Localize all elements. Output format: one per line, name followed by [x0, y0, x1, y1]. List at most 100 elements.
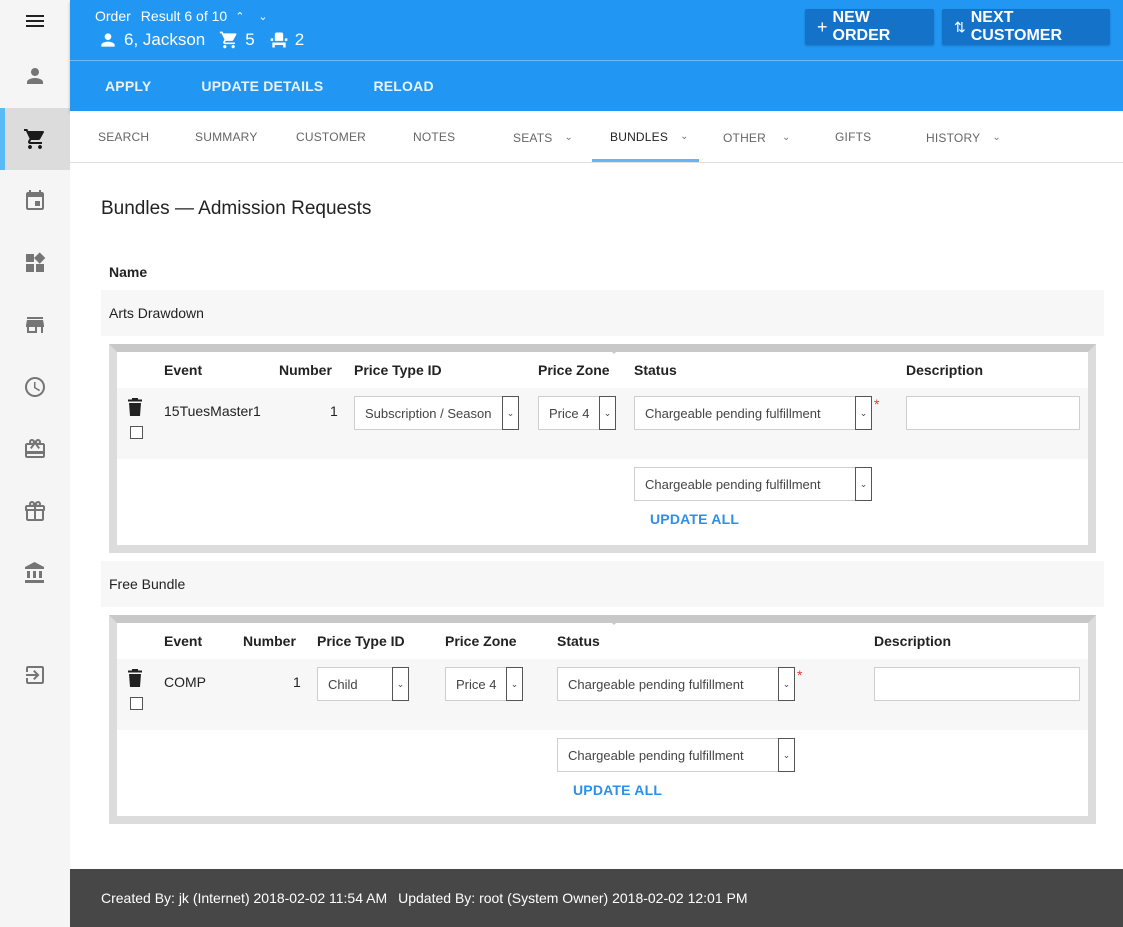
row-select-checkbox[interactable] [130, 697, 143, 710]
shopping-cart-icon [220, 31, 237, 49]
tab-notes[interactable]: NOTES [413, 111, 455, 162]
col-header-price-type: Price Type ID [354, 362, 442, 378]
sidebar-item-sign-in[interactable] [0, 644, 70, 706]
bulk-status-select[interactable]: Chargeable pending fulfillment ⌄ [557, 738, 795, 772]
bundle-row-free-bundle[interactable]: Free Bundle [101, 561, 1104, 607]
name-column-header: Name [109, 264, 148, 280]
sidebar-item-widgets[interactable] [0, 232, 70, 294]
sidebar-item-gift-card[interactable] [0, 418, 70, 480]
required-asterisk: * [797, 667, 803, 683]
description-input[interactable] [906, 396, 1080, 430]
price-zone-value: Price 4 [456, 676, 497, 692]
previous-result-chevron-up-icon[interactable]: ⌃ [235, 10, 244, 23]
col-header-price-type: Price Type ID [317, 633, 405, 649]
delete-row-button[interactable] [127, 398, 143, 416]
bank-icon [25, 562, 44, 583]
sidebar-item-history[interactable] [0, 356, 70, 418]
tab-label: SEARCH [98, 129, 150, 144]
col-header-event: Event [164, 633, 203, 649]
tab-history[interactable]: HISTORY ⌄ [926, 112, 1001, 163]
tab-label: SUMMARY [195, 129, 258, 144]
bulk-status-value: Chargeable pending fulfillment [568, 747, 744, 763]
status-value: Chargeable pending fulfillment [645, 405, 821, 421]
price-type-select[interactable]: Subscription / Season ⌄ [354, 396, 519, 430]
cart-info[interactable]: 5 [219, 30, 255, 50]
col-header-price-zone: Price Zone [538, 362, 610, 378]
sidebar-item-customer[interactable] [0, 45, 70, 107]
sidebar-item-gifts[interactable] [0, 480, 70, 542]
update-details-button[interactable]: UPDATE DETAILS [201, 78, 323, 94]
order-navigation: Order Result 6 of 10 ⌃ ⌄ [95, 8, 268, 24]
trash-icon [128, 669, 142, 687]
tab-label: BUNDLES [610, 129, 669, 144]
apply-button[interactable]: APPLY [105, 78, 151, 94]
seat-info[interactable]: 2 [269, 30, 304, 50]
tab-summary[interactable]: SUMMARY [195, 111, 258, 162]
bundle-detail-panel: Event Number Price Type ID Price Zone St… [109, 615, 1096, 824]
tab-gifts[interactable]: GIFTS [835, 111, 871, 162]
tab-label: SEATS [513, 130, 553, 145]
status-value: Chargeable pending fulfillment [568, 676, 744, 692]
chevron-down-icon: ⌄ [506, 667, 523, 701]
chevron-down-icon: ⌄ [778, 738, 795, 772]
required-asterisk: * [874, 396, 880, 412]
next-customer-label: NEXT CUSTOMER [970, 9, 1062, 44]
status-select[interactable]: Chargeable pending fulfillment ⌄ [557, 667, 795, 701]
header-top: Order Result 6 of 10 ⌃ ⌄ 6, Jackson 5 2 … [70, 0, 1123, 61]
sidebar-item-bank[interactable] [0, 542, 70, 604]
col-header-number: Number [243, 633, 296, 649]
status-select[interactable]: Chargeable pending fulfillment ⌄ [634, 396, 872, 430]
bundle-row-arts-drawdown[interactable]: Arts Drawdown [101, 290, 1104, 336]
price-type-value: Child [328, 676, 358, 692]
tab-other[interactable]: OTHER ⌄ [723, 112, 791, 163]
next-customer-button[interactable]: ⇅ NEXT CUSTOMER [942, 9, 1110, 45]
panel-caret [604, 344, 624, 354]
bulk-status-select[interactable]: Chargeable pending fulfillment ⌄ [634, 467, 872, 501]
clock-icon [25, 377, 45, 397]
new-order-button[interactable]: + NEW ORDER [805, 9, 934, 45]
update-all-button[interactable]: UPDATE ALL [650, 511, 739, 527]
gift-icon [25, 501, 45, 521]
audit-footer: Created By: jk (Internet) 2018-02-02 11:… [70, 869, 1123, 927]
sidebar-item-orders[interactable] [0, 108, 70, 170]
tab-search[interactable]: SEARCH [98, 111, 149, 162]
customer-name: 6, Jackson [124, 30, 206, 49]
app-header: Order Result 6 of 10 ⌃ ⌄ 6, Jackson 5 2 … [70, 0, 1123, 111]
chevron-down-icon: ⌄ [680, 131, 689, 142]
bulk-status-value: Chargeable pending fulfillment [645, 476, 821, 492]
sidebar-item-events[interactable] [0, 170, 70, 232]
gift-card-icon [25, 439, 45, 458]
bundle-name: Arts Drawdown [109, 305, 204, 321]
new-order-label: NEW ORDER [832, 9, 891, 44]
hamburger-menu-icon [26, 15, 44, 27]
customer-info[interactable]: 6, Jackson [98, 30, 205, 50]
widgets-icon [26, 252, 46, 272]
main-content: Bundles — Admission Requests Name Arts D… [70, 163, 1123, 869]
next-result-chevron-down-icon[interactable]: ⌄ [258, 10, 267, 23]
sidebar-item-store[interactable] [0, 294, 70, 356]
price-zone-select[interactable]: Price 4 ⌄ [445, 667, 523, 701]
seat-icon [270, 32, 288, 48]
table-row: COMP 1 Child ⌄ Price 4 ⌄ Chargeable pend… [117, 659, 1088, 730]
tab-label: GIFTS [835, 129, 872, 144]
order-label: Order [95, 8, 131, 24]
updated-by-text: Updated By: root (System Owner) 2018-02-… [398, 890, 748, 906]
order-summary: 6, Jackson 5 2 [98, 30, 318, 50]
description-input[interactable] [874, 667, 1080, 701]
update-all-button[interactable]: UPDATE ALL [573, 782, 662, 798]
reload-button[interactable]: RELOAD [373, 78, 433, 94]
tab-seats[interactable]: SEATS ⌄ [513, 112, 573, 163]
chevron-down-icon: ⌄ [599, 396, 616, 430]
price-type-select[interactable]: Child ⌄ [317, 667, 409, 701]
tab-customer[interactable]: CUSTOMER [296, 111, 366, 162]
plus-icon: + [817, 16, 828, 37]
calendar-icon [26, 190, 44, 210]
price-zone-select[interactable]: Price 4 ⌄ [538, 396, 616, 430]
tab-label: NOTES [413, 129, 456, 144]
header-actions: APPLY UPDATE DETAILS RELOAD [70, 61, 1123, 111]
col-header-status: Status [634, 362, 677, 378]
row-select-checkbox[interactable] [130, 426, 143, 439]
tab-bundles[interactable]: BUNDLES ⌄ [592, 111, 699, 162]
tab-label: CUSTOMER [296, 129, 367, 144]
delete-row-button[interactable] [127, 669, 143, 687]
